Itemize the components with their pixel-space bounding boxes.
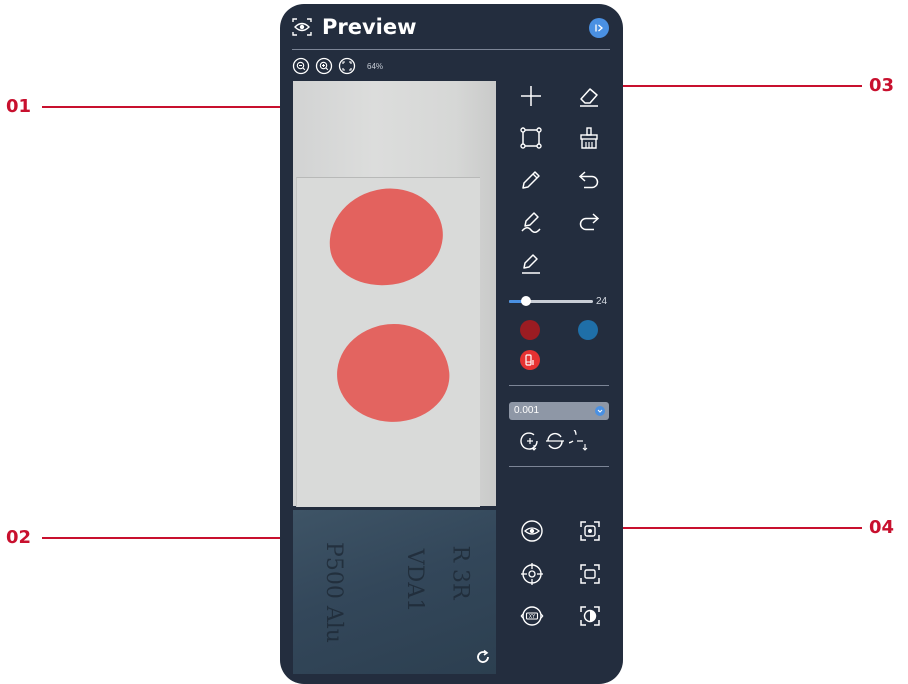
pen-stroke-icon bbox=[521, 212, 541, 233]
camera-frame-icon bbox=[580, 564, 600, 584]
add-tool-button[interactable] bbox=[517, 82, 545, 110]
rotate-reset-icon bbox=[546, 432, 564, 450]
title-divider bbox=[292, 49, 610, 50]
thumbnail-text-3: P500 Alu bbox=[320, 542, 346, 643]
pen-stroke-tool-button[interactable] bbox=[517, 208, 545, 236]
contrast-icon bbox=[580, 606, 600, 626]
undo-button[interactable] bbox=[575, 166, 603, 194]
fit-icon bbox=[338, 57, 356, 75]
target-icon bbox=[521, 563, 543, 585]
refresh-icon bbox=[477, 649, 489, 663]
secondary-color-swatch[interactable] bbox=[578, 320, 598, 340]
highlighter-icon bbox=[522, 254, 540, 274]
undo-icon bbox=[578, 171, 599, 189]
thumbnail-preview[interactable]: R 3R VDA1 P500 Alu bbox=[293, 510, 496, 674]
redo-button[interactable] bbox=[575, 208, 603, 236]
redo-icon bbox=[579, 213, 600, 231]
zoom-in-button[interactable] bbox=[315, 57, 333, 75]
eraser-icon bbox=[580, 88, 598, 107]
rotate-subtract-icon bbox=[569, 430, 588, 451]
view-toggle-button[interactable] bbox=[518, 517, 546, 545]
xy-rotate-button[interactable]: XY bbox=[518, 602, 546, 630]
contrast-button[interactable] bbox=[576, 602, 604, 630]
panel-title: Preview bbox=[322, 15, 417, 39]
eye-icon bbox=[292, 18, 312, 36]
zoom-level: 64% bbox=[367, 61, 384, 71]
view-divider bbox=[509, 466, 609, 467]
threshold-select[interactable]: 0.001 bbox=[509, 402, 609, 420]
xy-rotate-icon: XY bbox=[520, 606, 544, 626]
brush-size-value: 24 bbox=[596, 296, 608, 307]
collapse-icon bbox=[595, 24, 603, 32]
svg-text:XY: XY bbox=[529, 614, 536, 620]
preview-panel: Preview 64% R 3R VDA1 P500 Alu 24 0.001 … bbox=[280, 4, 623, 684]
thumbnail-text-1: R 3R bbox=[447, 545, 473, 600]
callout-01-line bbox=[42, 106, 304, 108]
fit-to-screen-button[interactable] bbox=[338, 57, 356, 75]
rotate-add-icon bbox=[520, 432, 538, 451]
image-canvas[interactable] bbox=[293, 81, 496, 507]
rectangle-select-icon bbox=[520, 127, 542, 149]
reset-button[interactable] bbox=[544, 430, 566, 452]
target-button[interactable] bbox=[518, 560, 546, 588]
eye-view-icon bbox=[521, 520, 543, 542]
callout-02-line bbox=[42, 537, 318, 539]
callout-03: 03 bbox=[869, 75, 895, 96]
chevron-down-icon bbox=[595, 406, 605, 416]
brush-size-handle[interactable] bbox=[520, 296, 531, 306]
collapse-button[interactable] bbox=[589, 18, 609, 38]
zoom-out-button[interactable] bbox=[292, 57, 310, 75]
camera-frame-button[interactable] bbox=[576, 560, 604, 588]
pencil-tool-button[interactable] bbox=[517, 166, 545, 194]
decrease-button[interactable] bbox=[569, 430, 591, 452]
brush-icon bbox=[580, 127, 598, 149]
callout-02: 02 bbox=[6, 527, 32, 548]
panel-titlebar: Preview bbox=[280, 4, 623, 50]
threshold-value: 0.001 bbox=[514, 405, 540, 416]
refresh-button[interactable] bbox=[474, 648, 492, 666]
tools-divider bbox=[509, 385, 609, 386]
color-picker-icon bbox=[525, 354, 534, 366]
increase-button[interactable] bbox=[519, 430, 541, 452]
highlighter-tool-button[interactable] bbox=[517, 250, 545, 278]
primary-color-swatch[interactable] bbox=[520, 320, 540, 340]
rectangle-select-button[interactable] bbox=[517, 124, 545, 152]
brush-tool-button[interactable] bbox=[575, 124, 603, 152]
focus-frame-icon bbox=[580, 521, 600, 541]
zoom-toolbar: 64% bbox=[292, 56, 383, 76]
zoom-in-icon bbox=[315, 57, 333, 75]
eraser-tool-button[interactable] bbox=[575, 82, 603, 110]
callout-04: 04 bbox=[869, 517, 895, 538]
focus-frame-button[interactable] bbox=[576, 517, 604, 545]
callout-01: 01 bbox=[6, 96, 32, 117]
thumbnail-text-2: VDA1 bbox=[402, 548, 428, 613]
zoom-out-icon bbox=[292, 57, 310, 75]
color-picker-button[interactable] bbox=[520, 350, 540, 370]
plus-icon bbox=[521, 86, 541, 106]
pencil-icon bbox=[522, 171, 540, 189]
